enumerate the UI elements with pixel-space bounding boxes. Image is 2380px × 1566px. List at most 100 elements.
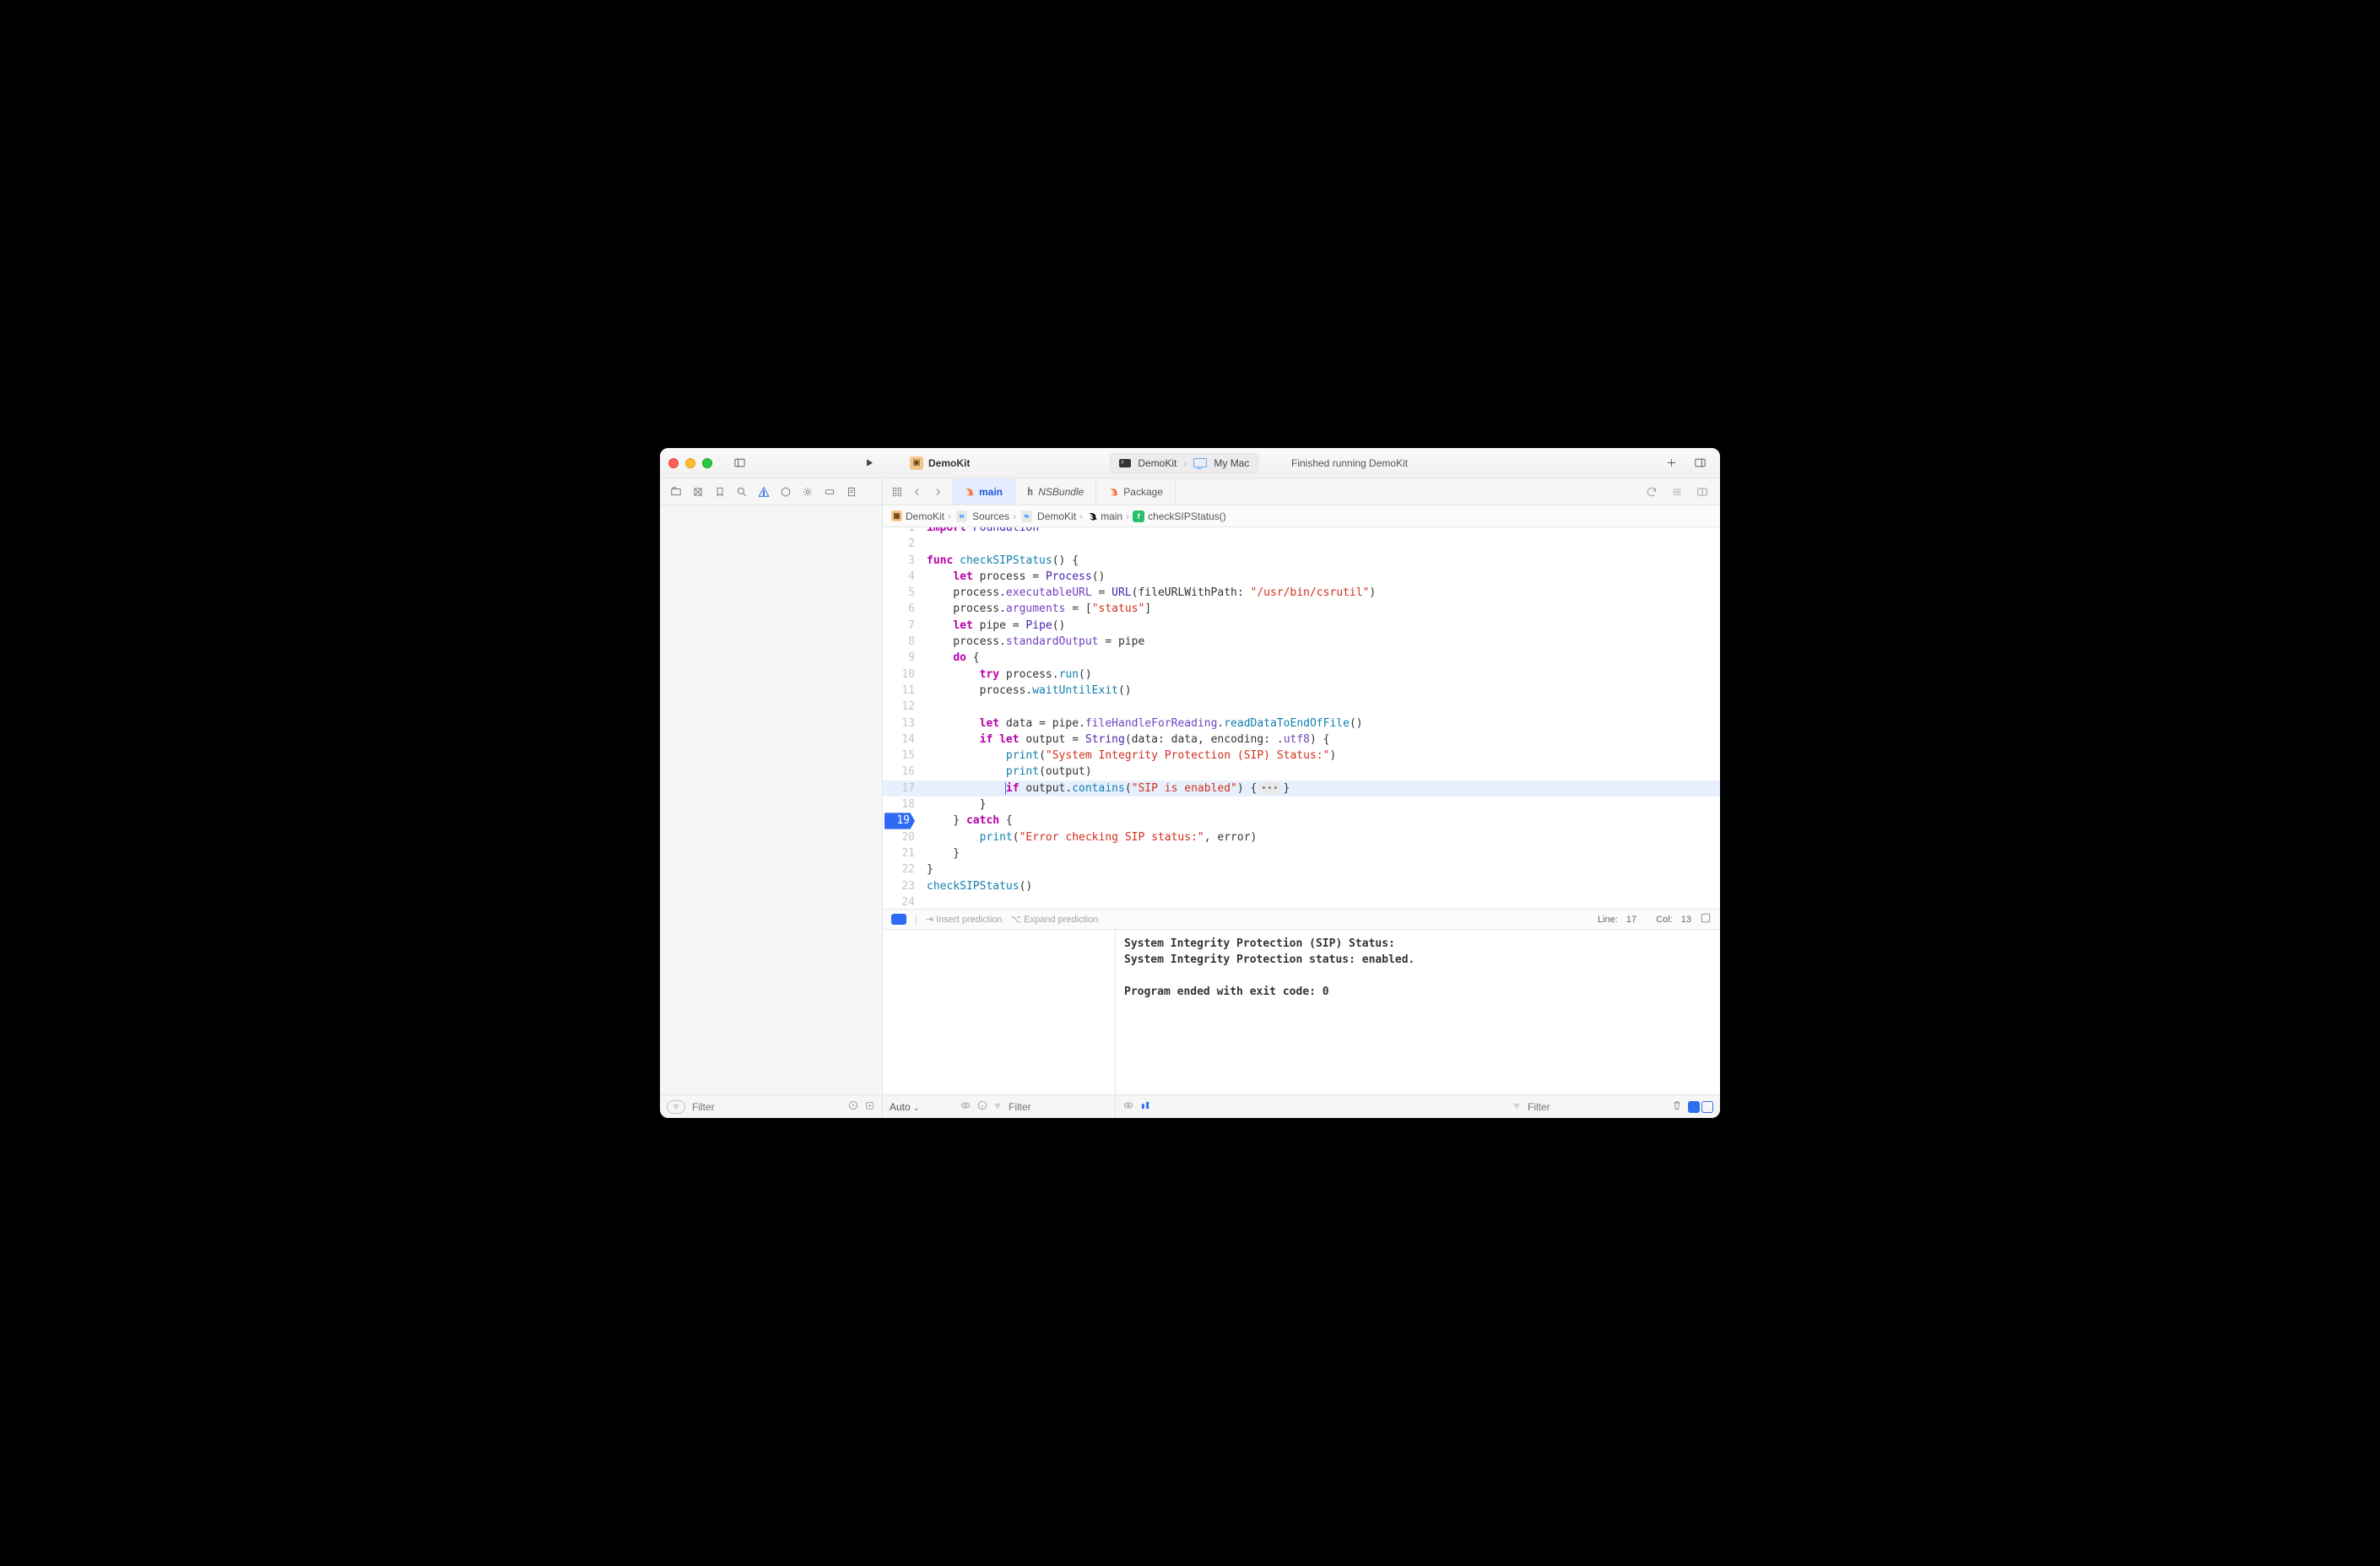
code-text[interactable]: func checkSIPStatus() { bbox=[923, 553, 1720, 569]
view-memory-button[interactable] bbox=[960, 1099, 971, 1114]
run-button[interactable] bbox=[857, 453, 881, 473]
scheme-selector[interactable]: ▣ DemoKit bbox=[910, 456, 970, 470]
debug-area-layout-toggle[interactable] bbox=[1688, 1101, 1713, 1113]
project-navigator-button[interactable] bbox=[667, 483, 685, 501]
gutter[interactable]: 5 bbox=[883, 585, 923, 601]
adjust-editor-options-button[interactable] bbox=[1668, 483, 1686, 501]
jump-bar-segment[interactable]: fcheckSIPStatus() bbox=[1133, 510, 1226, 522]
gutter[interactable]: 4 bbox=[883, 569, 923, 585]
minimap-toggle-button[interactable] bbox=[1700, 912, 1712, 926]
code-text[interactable]: process.waitUntilExit() bbox=[923, 683, 1720, 699]
code-line[interactable]: 6 process.arguments = ["status"] bbox=[883, 601, 1720, 617]
code-fold-indicator[interactable]: ••• bbox=[1258, 782, 1281, 794]
refresh-icon[interactable] bbox=[1642, 483, 1661, 501]
code-text[interactable]: process.executableURL = URL(fileURLWithP… bbox=[923, 585, 1720, 601]
filter-scope-button[interactable] bbox=[667, 1100, 685, 1114]
show-console-view-button[interactable] bbox=[1701, 1101, 1713, 1113]
gutter[interactable]: 7 bbox=[883, 618, 923, 634]
code-line[interactable]: 17 if output.contains("SIP is enabled") … bbox=[883, 780, 1720, 796]
gutter[interactable]: 20 bbox=[883, 829, 923, 845]
console-filter-scope-button[interactable] bbox=[1512, 1101, 1521, 1113]
gutter[interactable]: 11 bbox=[883, 683, 923, 699]
code-line[interactable]: 9 do { bbox=[883, 650, 1720, 666]
go-forward-button[interactable] bbox=[928, 483, 947, 501]
bookmarks-navigator-button[interactable] bbox=[711, 483, 729, 501]
gutter[interactable]: 8 bbox=[883, 634, 923, 650]
code-line[interactable]: 15 print("System Integrity Protection (S… bbox=[883, 748, 1720, 764]
variables-filter-scope-button[interactable] bbox=[993, 1101, 1002, 1113]
tests-navigator-button[interactable] bbox=[776, 483, 795, 501]
add-editor-button[interactable] bbox=[1693, 483, 1712, 501]
code-text[interactable]: if output.contains("SIP is enabled") {••… bbox=[923, 780, 1720, 796]
code-line[interactable]: 16 print(output) bbox=[883, 764, 1720, 780]
debugger-output-button[interactable] bbox=[1139, 1099, 1151, 1114]
code-text[interactable]: } bbox=[923, 796, 1720, 813]
code-line[interactable]: 10 try process.run() bbox=[883, 667, 1720, 683]
breakpoint-marker[interactable]: 19 bbox=[884, 813, 915, 829]
code-text[interactable]: print(output) bbox=[923, 764, 1720, 780]
code-line[interactable]: 23checkSIPStatus() bbox=[883, 878, 1720, 894]
gutter[interactable]: 24 bbox=[883, 894, 923, 909]
code-text[interactable]: print("Error checking SIP status:", erro… bbox=[923, 829, 1720, 845]
variables-view-mode-selector[interactable]: Auto ⌄ bbox=[890, 1101, 920, 1113]
gutter[interactable]: 17 bbox=[883, 780, 923, 796]
recent-files-button[interactable] bbox=[847, 1099, 859, 1114]
gutter[interactable]: 3 bbox=[883, 553, 923, 569]
code-text[interactable]: print("System Integrity Protection (SIP)… bbox=[923, 748, 1720, 764]
code-line[interactable]: 11 process.waitUntilExit() bbox=[883, 683, 1720, 699]
code-text[interactable]: try process.run() bbox=[923, 667, 1720, 683]
clear-console-button[interactable] bbox=[1671, 1099, 1683, 1114]
gutter[interactable]: 18 bbox=[883, 796, 923, 813]
gutter[interactable]: 13 bbox=[883, 716, 923, 732]
minimize-window-button[interactable] bbox=[685, 458, 695, 468]
code-text[interactable] bbox=[923, 894, 1720, 909]
code-line[interactable]: 14 if let output = String(data: data, en… bbox=[883, 732, 1720, 748]
scm-filter-button[interactable] bbox=[864, 1100, 875, 1114]
debug-navigator-button[interactable] bbox=[798, 483, 817, 501]
gutter[interactable]: 19 bbox=[883, 813, 923, 829]
gutter[interactable]: 15 bbox=[883, 748, 923, 764]
code-text[interactable]: if let output = String(data: data, encod… bbox=[923, 732, 1720, 748]
variables-filter-input[interactable] bbox=[1007, 1100, 1108, 1114]
related-items-button[interactable] bbox=[888, 483, 906, 501]
console-output[interactable]: System Integrity Protection (SIP) Status… bbox=[1116, 930, 1720, 1094]
show-variables-view-button[interactable] bbox=[1688, 1101, 1700, 1113]
jump-bar-segment[interactable]: DemoKit bbox=[1020, 510, 1076, 522]
code-line[interactable]: 8 process.standardOutput = pipe bbox=[883, 634, 1720, 650]
console-filter-input[interactable] bbox=[1526, 1100, 1627, 1114]
run-destination-selector[interactable]: DemoKit › My Mac bbox=[1110, 453, 1258, 473]
gutter[interactable]: 21 bbox=[883, 845, 923, 861]
gutter[interactable]: 6 bbox=[883, 601, 923, 617]
editor-tab[interactable]: hNSBundle bbox=[1015, 478, 1096, 505]
code-text[interactable]: let process = Process() bbox=[923, 569, 1720, 585]
code-line[interactable]: 18 } bbox=[883, 796, 1720, 813]
gutter[interactable]: 22 bbox=[883, 861, 923, 878]
add-tab-button[interactable] bbox=[1659, 453, 1683, 473]
gutter[interactable]: 12 bbox=[883, 699, 923, 715]
variables-view[interactable] bbox=[883, 930, 1116, 1094]
code-text[interactable]: } catch { bbox=[923, 813, 1720, 829]
source-control-navigator-button[interactable] bbox=[689, 483, 707, 501]
code-line[interactable]: 7 let pipe = Pipe() bbox=[883, 618, 1720, 634]
find-navigator-button[interactable] bbox=[733, 483, 751, 501]
code-line[interactable]: 19 } catch { bbox=[883, 813, 1720, 829]
close-window-button[interactable] bbox=[668, 458, 679, 468]
code-text[interactable]: } bbox=[923, 861, 1720, 878]
code-line[interactable]: 5 process.executableURL = URL(fileURLWit… bbox=[883, 585, 1720, 601]
gutter[interactable]: 23 bbox=[883, 878, 923, 894]
code-text[interactable] bbox=[923, 699, 1720, 715]
toggle-inspectors-button[interactable] bbox=[1688, 453, 1712, 473]
code-text[interactable]: } bbox=[923, 845, 1720, 861]
gutter[interactable]: 16 bbox=[883, 764, 923, 780]
reports-navigator-button[interactable] bbox=[842, 483, 861, 501]
gutter[interactable]: 1 bbox=[883, 527, 923, 536]
gutter[interactable]: 9 bbox=[883, 650, 923, 666]
issues-navigator-button[interactable] bbox=[755, 483, 773, 501]
code-line[interactable]: 22} bbox=[883, 861, 1720, 878]
code-line[interactable]: 12 bbox=[883, 699, 1720, 715]
jump-bar-segment[interactable]: Sources bbox=[955, 510, 1009, 522]
go-back-button[interactable] bbox=[908, 483, 927, 501]
gutter[interactable]: 10 bbox=[883, 667, 923, 683]
code-line[interactable]: 1import Foundation bbox=[883, 527, 1720, 536]
code-text[interactable]: import Foundation bbox=[923, 527, 1720, 536]
